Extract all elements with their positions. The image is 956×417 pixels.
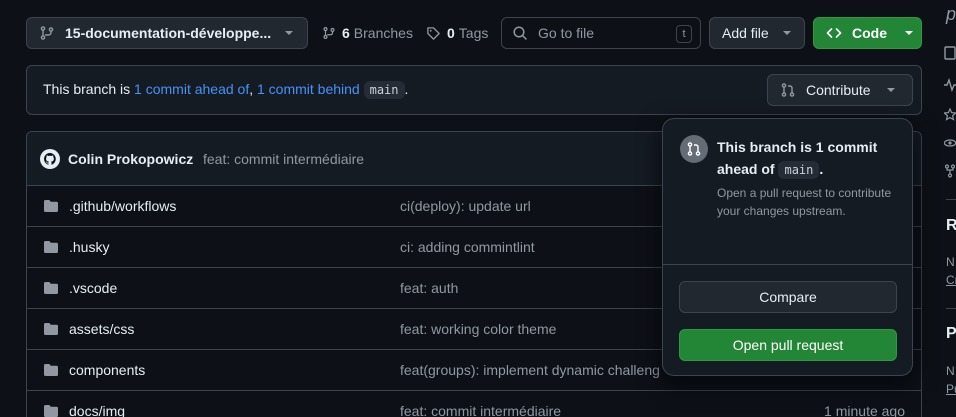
releases-text: N bbox=[946, 255, 955, 269]
tag-icon bbox=[426, 26, 441, 41]
add-file-label: Add file bbox=[722, 25, 769, 41]
banner-comma: , bbox=[249, 81, 257, 97]
compare-label: Compare bbox=[759, 289, 817, 305]
contribute-button[interactable]: Contribute bbox=[767, 74, 913, 106]
divider bbox=[946, 308, 956, 309]
packages-heading: P bbox=[946, 325, 956, 342]
branch-comparison-banner: This branch is 1 commit ahead of, 1 comm… bbox=[26, 65, 922, 115]
folder-icon bbox=[43, 362, 59, 378]
open-pr-label: Open pull request bbox=[732, 337, 844, 353]
avatar[interactable] bbox=[40, 149, 60, 169]
file-commit-message[interactable]: feat: working color theme bbox=[400, 321, 556, 337]
folder-icon bbox=[43, 280, 59, 296]
shortcut-hint: t bbox=[676, 25, 692, 43]
file-commit-message[interactable]: feat: commit intermédiaire bbox=[400, 403, 561, 417]
tags-link[interactable]: 0 Tags bbox=[426, 17, 488, 49]
divider bbox=[663, 264, 912, 265]
eye-icon[interactable] bbox=[944, 136, 956, 150]
file-name[interactable]: .vscode bbox=[69, 280, 117, 296]
banner-prefix: This branch is bbox=[43, 81, 135, 97]
packages-text: N bbox=[946, 364, 955, 378]
tags-count: 0 bbox=[447, 25, 455, 41]
releases-link[interactable]: Cr bbox=[946, 273, 956, 287]
contribute-popover: This branch is 1 commit ahead of main. O… bbox=[662, 118, 913, 376]
releases-heading: R bbox=[946, 217, 956, 234]
file-commit-message[interactable]: ci: adding commintlint bbox=[400, 239, 535, 255]
git-branch-icon bbox=[322, 26, 336, 40]
star-icon[interactable] bbox=[944, 108, 956, 122]
commits-behind-link[interactable]: 1 commit behind bbox=[257, 81, 360, 97]
file-name[interactable]: .github/workflows bbox=[69, 198, 176, 214]
branches-link[interactable]: 6 Branches bbox=[322, 17, 413, 49]
branches-count: 6 bbox=[342, 25, 350, 41]
sidebar-cutoff-title: p bbox=[946, 4, 956, 24]
popover-description: Open a pull request to contribute your c… bbox=[717, 186, 892, 218]
code-label: Code bbox=[852, 25, 887, 41]
search-icon bbox=[512, 25, 528, 41]
file-age: 1 minute ago bbox=[824, 403, 905, 417]
fork-icon[interactable] bbox=[944, 164, 956, 178]
file-name[interactable]: .husky bbox=[69, 239, 109, 255]
banner-suffix: . bbox=[404, 81, 409, 97]
commit-message[interactable]: feat: commit intermédiaire bbox=[203, 151, 364, 167]
tags-label: Tags bbox=[458, 25, 489, 41]
activity-icon[interactable] bbox=[944, 78, 956, 92]
chevron-down-icon bbox=[905, 31, 913, 35]
chevron-down-icon bbox=[782, 31, 791, 35]
packages-link[interactable]: Pu bbox=[946, 382, 956, 396]
go-to-file-input[interactable]: Go to file t bbox=[501, 17, 701, 49]
commits-ahead-link[interactable]: 1 commit ahead of bbox=[134, 81, 249, 97]
file-commit-message[interactable]: feat(groups): implement dynamic challeng bbox=[400, 362, 660, 378]
git-pull-request-icon bbox=[680, 135, 708, 163]
folder-icon bbox=[43, 321, 59, 337]
branch-select-button[interactable]: 15-documentation-développe... bbox=[26, 17, 308, 49]
base-branch-pill: main bbox=[778, 161, 820, 179]
file-name[interactable]: components bbox=[69, 362, 145, 378]
file-commit-message[interactable]: feat: auth bbox=[400, 280, 458, 296]
folder-icon bbox=[43, 403, 59, 417]
add-file-button[interactable]: Add file bbox=[709, 17, 805, 49]
file-name[interactable]: docs/img bbox=[69, 403, 125, 417]
folder-icon bbox=[43, 198, 59, 214]
chevron-down-icon bbox=[285, 31, 293, 35]
branch-status-text: This branch is 1 commit ahead of, 1 comm… bbox=[43, 81, 409, 99]
folder-icon bbox=[43, 239, 59, 255]
git-pull-request-icon bbox=[780, 82, 796, 98]
open-pull-request-button[interactable]: Open pull request bbox=[679, 329, 897, 361]
commit-author[interactable]: Colin Prokopowicz bbox=[68, 151, 193, 167]
git-branch-icon bbox=[39, 25, 55, 41]
popover-title-suffix: . bbox=[819, 161, 824, 177]
table-row[interactable]: docs/img feat: commit intermédiaire 1 mi… bbox=[27, 391, 921, 417]
code-icon bbox=[826, 25, 842, 41]
contribute-label: Contribute bbox=[806, 82, 871, 98]
popover-title: This branch is 1 commit ahead of main. bbox=[717, 136, 897, 181]
search-placeholder: Go to file bbox=[538, 25, 595, 41]
file-name[interactable]: assets/css bbox=[69, 321, 134, 337]
chevron-down-icon bbox=[886, 88, 895, 92]
code-button[interactable]: Code bbox=[813, 17, 922, 49]
file-commit-message[interactable]: ci(deploy): update url bbox=[400, 198, 531, 214]
branches-label: Branches bbox=[353, 25, 413, 41]
base-branch-pill: main bbox=[363, 81, 405, 99]
divider bbox=[946, 199, 956, 200]
compare-button[interactable]: Compare bbox=[679, 281, 897, 313]
book-icon[interactable] bbox=[944, 46, 956, 60]
branch-name: 15-documentation-développe... bbox=[65, 25, 272, 41]
